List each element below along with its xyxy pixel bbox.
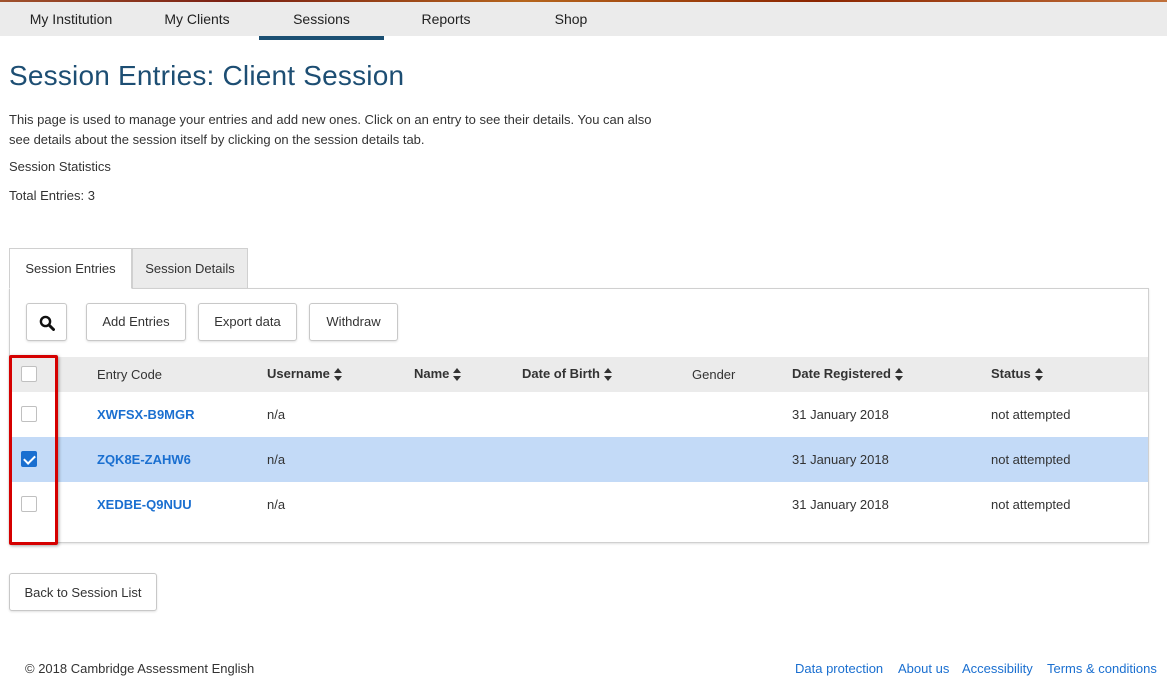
status-cell: not attempted — [991, 407, 1071, 422]
column-header-entry-code: Entry Code — [97, 358, 162, 393]
nav-item-my-clients[interactable]: My Clients — [150, 2, 244, 36]
column-header-label: Name — [414, 366, 450, 381]
column-header-label: Username — [267, 366, 330, 381]
nav-item-reports[interactable]: Reports — [406, 2, 486, 36]
row-checkbox[interactable] — [21, 496, 37, 512]
table-row[interactable]: XWFSX-B9MGR n/a 31 January 2018 not atte… — [10, 392, 1148, 437]
footer-link-accessibility[interactable]: Accessibility — [962, 661, 1033, 676]
export-data-button[interactable]: Export data — [198, 303, 297, 341]
page-description: This page is used to manage your entries… — [9, 112, 652, 147]
column-header-date-registered[interactable]: Date Registered — [792, 357, 903, 392]
status-cell: not attempted — [991, 452, 1071, 467]
column-header-name[interactable]: Name — [414, 357, 462, 392]
date-registered-cell: 31 January 2018 — [792, 407, 889, 422]
column-header-status[interactable]: Status — [991, 357, 1043, 392]
search-icon — [39, 315, 55, 331]
footer-link-data-protection[interactable]: Data protection — [795, 661, 883, 676]
status-cell: not attempted — [991, 497, 1071, 512]
username-cell: n/a — [267, 407, 286, 422]
page-title: Session Entries: Client Session — [9, 60, 405, 91]
column-header-label: Date of Birth — [522, 366, 600, 381]
select-all-checkbox[interactable] — [21, 366, 37, 382]
row-checkbox[interactable] — [21, 451, 37, 467]
footer-link-about-us[interactable]: About us — [898, 661, 949, 676]
tab-session-details[interactable]: Session Details — [132, 248, 248, 289]
tab-session-entries[interactable]: Session Entries — [9, 248, 132, 289]
column-header-label: Date Registered — [792, 366, 891, 381]
add-entries-button[interactable]: Add Entries — [86, 303, 186, 341]
date-registered-cell: 31 January 2018 — [792, 452, 889, 467]
column-header-date-of-birth[interactable]: Date of Birth — [522, 357, 612, 392]
nav-item-my-institution[interactable]: My Institution — [12, 2, 130, 36]
sort-icon — [333, 368, 342, 382]
sort-icon — [453, 368, 462, 382]
column-header-label: Entry Code — [97, 367, 163, 382]
main-nav: My Institution My Clients Sessions Repor… — [0, 2, 1167, 40]
withdraw-button[interactable]: Withdraw — [309, 303, 398, 341]
username-cell: n/a — [267, 497, 286, 512]
entry-code-link[interactable]: ZQK8E-ZAHW6 — [97, 437, 191, 482]
sort-icon — [1034, 368, 1043, 382]
total-entries: Total Entries: 3 — [9, 188, 95, 203]
column-header-username[interactable]: Username — [267, 357, 342, 392]
entry-code-link[interactable]: XEDBE-Q9NUU — [97, 482, 192, 527]
column-header-label: Status — [991, 366, 1031, 381]
date-registered-cell: 31 January 2018 — [792, 497, 889, 512]
footer-link-terms-conditions[interactable]: Terms & conditions — [1047, 661, 1157, 676]
sort-icon — [894, 368, 903, 382]
username-cell: n/a — [267, 452, 286, 467]
column-header-label: Gender — [692, 367, 736, 382]
session-statistics-label: Session Statistics — [9, 159, 111, 174]
search-button[interactable] — [26, 303, 67, 341]
back-to-session-list-button[interactable]: Back to Session List — [9, 573, 157, 611]
entry-code-link[interactable]: XWFSX-B9MGR — [97, 392, 195, 437]
row-checkbox[interactable] — [21, 406, 37, 422]
table-row[interactable]: XEDBE-Q9NUU n/a 31 January 2018 not atte… — [10, 482, 1148, 527]
sort-icon — [604, 368, 612, 382]
table-row[interactable]: ZQK8E-ZAHW6 n/a 31 January 2018 not atte… — [10, 437, 1148, 482]
footer-copyright: © 2018 Cambridge Assessment English — [25, 661, 255, 676]
nav-item-shop[interactable]: Shop — [538, 2, 604, 36]
column-header-gender: Gender — [692, 358, 735, 393]
nav-item-sessions[interactable]: Sessions — [259, 2, 384, 40]
